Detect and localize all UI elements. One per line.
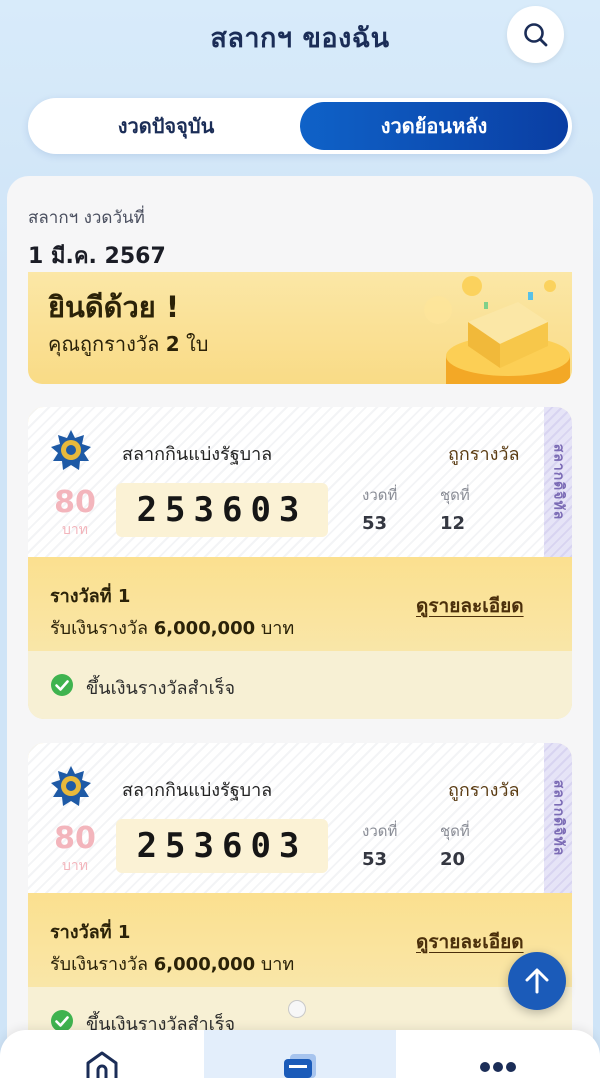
set-number-label: ชุดที่ (440, 486, 470, 504)
ticket-header: สลากกินแบ่งรัฐบาล ถูกรางวัล 80 บาท 25360… (28, 743, 572, 893)
gold-coins-illustration (424, 276, 570, 384)
digital-lottery-tag-label: สลากดิจิทัล (550, 779, 567, 857)
lottery-name: สลากกินแบ่งรัฐบาล (122, 780, 273, 801)
draw-date: 1 มี.ค. 2567 (28, 244, 166, 269)
set-number: 12 (440, 513, 466, 534)
prize-amount: 6,000,000 (153, 954, 256, 975)
digital-lottery-tag-label: สลากดิจิทัล (550, 443, 567, 521)
draw-number-label: งวดที่ (362, 486, 398, 504)
draw-date-caption: สลากฯ งวดวันที่ (28, 208, 145, 228)
prize-unit: บาท (260, 618, 295, 639)
prize-section: รางวัลที่ 1 รับเงินรางวัล 6,000,000 บาท … (28, 557, 572, 651)
top-bar: สลากฯ ของฉัน (0, 0, 600, 90)
prize-amount-line: รับเงินรางวัล 6,000,000 บาท (50, 949, 294, 978)
government-lottery-emblem-icon (51, 430, 91, 470)
prize-amount: 6,000,000 (153, 618, 256, 639)
draw-number: 53 (362, 849, 388, 870)
ticket-number: 253603 (116, 819, 328, 873)
more-icon[interactable] (478, 1060, 518, 1074)
claim-status-text: ขึ้นเงินรางวัลสำเร็จ (86, 678, 236, 699)
price-unit: บาท (62, 522, 88, 538)
ticket-card[interactable]: สลากกินแบ่งรัฐบาล ถูกรางวัล 80 บาท 25360… (28, 407, 572, 719)
price-unit: บาท (62, 858, 88, 874)
congrats-banner: ยินดีด้วย ! คุณถูกรางวัล 2 ใบ (28, 272, 572, 384)
ticket-price: 80 (54, 821, 96, 856)
tab-current-draw[interactable]: งวดปัจจุบัน (32, 102, 300, 150)
arrow-up-icon (525, 968, 549, 994)
prize-amount-line: รับเงินรางวัล 6,000,000 บาท (50, 613, 294, 642)
draw-period-tabs: งวดปัจจุบัน งวดย้อนหลัง (28, 98, 572, 154)
win-status: ถูกรางวัล (448, 444, 520, 465)
winning-ticket-count: 2 (165, 332, 180, 356)
government-lottery-emblem-icon (51, 766, 91, 806)
tab-past-draws[interactable]: งวดย้อนหลัง (300, 102, 568, 150)
set-number-label: ชุดที่ (440, 822, 470, 840)
set-number: 20 (440, 849, 466, 870)
congrats-subtitle: คุณถูกรางวัล 2 ใบ (48, 328, 209, 360)
bottom-navigation (0, 1030, 600, 1078)
prize-prefix: รับเงินรางวัล (50, 618, 149, 639)
search-button[interactable] (507, 6, 564, 63)
congrats-sub-prefix: คุณถูกรางวัล (48, 332, 160, 356)
prize-name: รางวัลที่ 1 (50, 922, 131, 943)
view-details-link[interactable]: ดูรายละเอียด (416, 927, 524, 957)
tickets-icon[interactable] (280, 1052, 320, 1078)
congrats-title: ยินดีด้วย ! (48, 290, 180, 324)
win-status: ถูกรางวัล (448, 780, 520, 801)
scroll-indicator (288, 1000, 306, 1018)
search-icon (523, 22, 547, 46)
digital-lottery-tag: สลากดิจิทัล (544, 407, 572, 557)
prize-section: รางวัลที่ 1 รับเงินรางวัล 6,000,000 บาท … (28, 893, 572, 987)
claim-status-row: ขึ้นเงินรางวัลสำเร็จ (28, 651, 572, 719)
view-details-link[interactable]: ดูรายละเอียด (416, 591, 524, 621)
draw-number-label: งวดที่ (362, 822, 398, 840)
prize-unit: บาท (260, 954, 295, 975)
draw-number: 53 (362, 513, 388, 534)
prize-prefix: รับเงินรางวัล (50, 954, 149, 975)
ticket-number: 253603 (116, 483, 328, 537)
digital-lottery-tag: สลากดิจิทัล (544, 743, 572, 893)
lottery-name: สลากกินแบ่งรัฐบาล (122, 444, 273, 465)
scroll-to-top-button[interactable] (508, 952, 566, 1010)
ticket-price: 80 (54, 485, 96, 520)
home-icon[interactable] (82, 1050, 122, 1078)
prize-name: รางวัลที่ 1 (50, 586, 131, 607)
ticket-header: สลากกินแบ่งรัฐบาล ถูกรางวัล 80 บาท 25360… (28, 407, 572, 557)
check-circle-icon (51, 674, 73, 696)
congrats-sub-suffix: ใบ (186, 332, 209, 356)
